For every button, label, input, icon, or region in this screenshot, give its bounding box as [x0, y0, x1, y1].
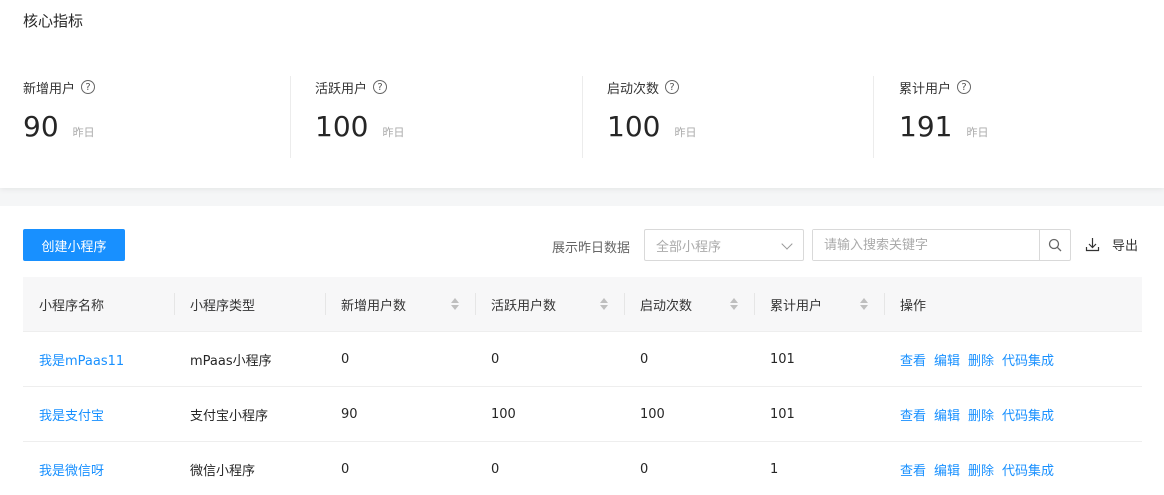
search-input[interactable]: [813, 230, 1040, 260]
metric-value: 90: [23, 110, 59, 143]
cell-type: 微信小程序: [190, 463, 256, 479]
cell-new-users: 0: [341, 461, 350, 477]
table-row: 我是支付宝 支付宝小程序 90 100 100 101 查看 编辑 删除 代码集…: [23, 387, 1142, 442]
table-header: 小程序名称 小程序类型 新增用户数 活跃用户数 启动次数 累计用户 操作: [23, 277, 1142, 332]
core-metrics-card: 核心指标 新增用户? 90 昨日 活跃用户? 100 昨日 启动次数? 100 昨日 …: [0, 0, 1164, 188]
mini-program-table: 小程序名称 小程序类型 新增用户数 活跃用户数 启动次数 累计用户 操作 我是m…: [23, 277, 1142, 495]
cell-launch-count: 0: [640, 351, 649, 367]
export-button[interactable]: 导出: [1085, 235, 1138, 254]
search-box: [812, 229, 1071, 261]
cell-active-users: 0: [491, 351, 500, 367]
sort-icon[interactable]: [860, 298, 868, 310]
metrics-title: 核心指标: [23, 12, 84, 30]
view-link[interactable]: 查看: [900, 405, 926, 424]
metric-total-users: 累计用户? 191 昨日: [899, 76, 988, 158]
header-name: 小程序名称: [39, 298, 105, 314]
metric-label: 启动次数: [607, 81, 660, 97]
create-mini-program-button[interactable]: 创建小程序: [23, 229, 125, 261]
metric-value: 191: [899, 110, 953, 143]
chevron-down-icon: [781, 238, 793, 250]
view-link[interactable]: 查看: [900, 460, 926, 479]
mini-program-select[interactable]: 全部小程序: [644, 229, 804, 261]
question-circle-icon[interactable]: ?: [665, 80, 680, 94]
code-integration-link[interactable]: 代码集成: [1002, 350, 1054, 369]
search-icon: [1048, 238, 1062, 252]
cell-active-users: 0: [491, 461, 500, 477]
code-integration-link[interactable]: 代码集成: [1002, 405, 1054, 424]
cell-type: 支付宝小程序: [190, 408, 269, 424]
cell-new-users: 0: [341, 351, 350, 367]
table-row: 我是mPaas11 mPaas小程序 0 0 0 101 查看 编辑 删除 代码…: [23, 332, 1142, 387]
select-value: 全部小程序: [656, 239, 722, 255]
metric-divider: [290, 76, 291, 158]
metric-label: 累计用户: [899, 81, 952, 97]
metric-value: 100: [315, 110, 369, 143]
metric-launch-count: 启动次数? 100 昨日: [607, 76, 696, 158]
cell-total-users: 101: [770, 406, 795, 422]
delete-link[interactable]: 删除: [968, 405, 994, 424]
header-total-users[interactable]: 累计用户: [754, 277, 884, 331]
header-active-users[interactable]: 活跃用户数: [475, 277, 624, 331]
code-integration-link[interactable]: 代码集成: [1002, 460, 1054, 479]
metric-sub: 昨日: [966, 126, 989, 139]
edit-link[interactable]: 编辑: [934, 350, 960, 369]
mini-program-name-link[interactable]: 我是支付宝: [39, 405, 104, 424]
cell-launch-count: 100: [640, 406, 665, 422]
cell-new-users: 90: [341, 406, 358, 422]
header-actions: 操作: [884, 277, 1142, 331]
metric-new-users: 新增用户? 90 昨日: [23, 76, 96, 158]
filter-label: 展示昨日数据: [552, 241, 631, 256]
mini-program-list-card: 创建小程序 展示昨日数据 全部小程序 导出 小程序名称 小程序类型 新增用户数 …: [0, 206, 1164, 495]
metric-sub: 昨日: [72, 126, 95, 139]
download-icon: [1085, 238, 1100, 252]
question-circle-icon[interactable]: ?: [957, 80, 972, 94]
cell-type: mPaas小程序: [190, 353, 272, 369]
metric-label: 新增用户: [23, 81, 76, 97]
sort-icon[interactable]: [451, 298, 459, 310]
search-button[interactable]: [1039, 230, 1070, 260]
edit-link[interactable]: 编辑: [934, 460, 960, 479]
question-circle-icon[interactable]: ?: [373, 80, 388, 94]
cell-total-users: 1: [770, 461, 779, 477]
metric-active-users: 活跃用户? 100 昨日: [315, 76, 404, 158]
mini-program-name-link[interactable]: 我是微信呀: [39, 460, 104, 479]
header-launch-count[interactable]: 启动次数: [624, 277, 754, 331]
delete-link[interactable]: 删除: [968, 350, 994, 369]
metric-label: 活跃用户: [315, 81, 368, 97]
sort-icon[interactable]: [730, 298, 738, 310]
cell-active-users: 100: [491, 406, 516, 422]
sort-icon[interactable]: [600, 298, 608, 310]
metric-value: 100: [607, 110, 661, 143]
metric-divider: [873, 76, 874, 158]
question-circle-icon[interactable]: ?: [81, 80, 96, 94]
cell-launch-count: 0: [640, 461, 649, 477]
table-row: 我是微信呀 微信小程序 0 0 0 1 查看 编辑 删除 代码集成: [23, 442, 1142, 495]
cell-total-users: 101: [770, 351, 795, 367]
edit-link[interactable]: 编辑: [934, 405, 960, 424]
metric-sub: 昨日: [674, 126, 697, 139]
metric-divider: [582, 76, 583, 158]
view-link[interactable]: 查看: [900, 350, 926, 369]
export-label: 导出: [1112, 239, 1139, 254]
header-new-users[interactable]: 新增用户数: [325, 277, 475, 331]
metric-sub: 昨日: [382, 126, 405, 139]
header-type: 小程序类型: [174, 277, 325, 331]
delete-link[interactable]: 删除: [968, 460, 994, 479]
mini-program-name-link[interactable]: 我是mPaas11: [39, 350, 124, 369]
